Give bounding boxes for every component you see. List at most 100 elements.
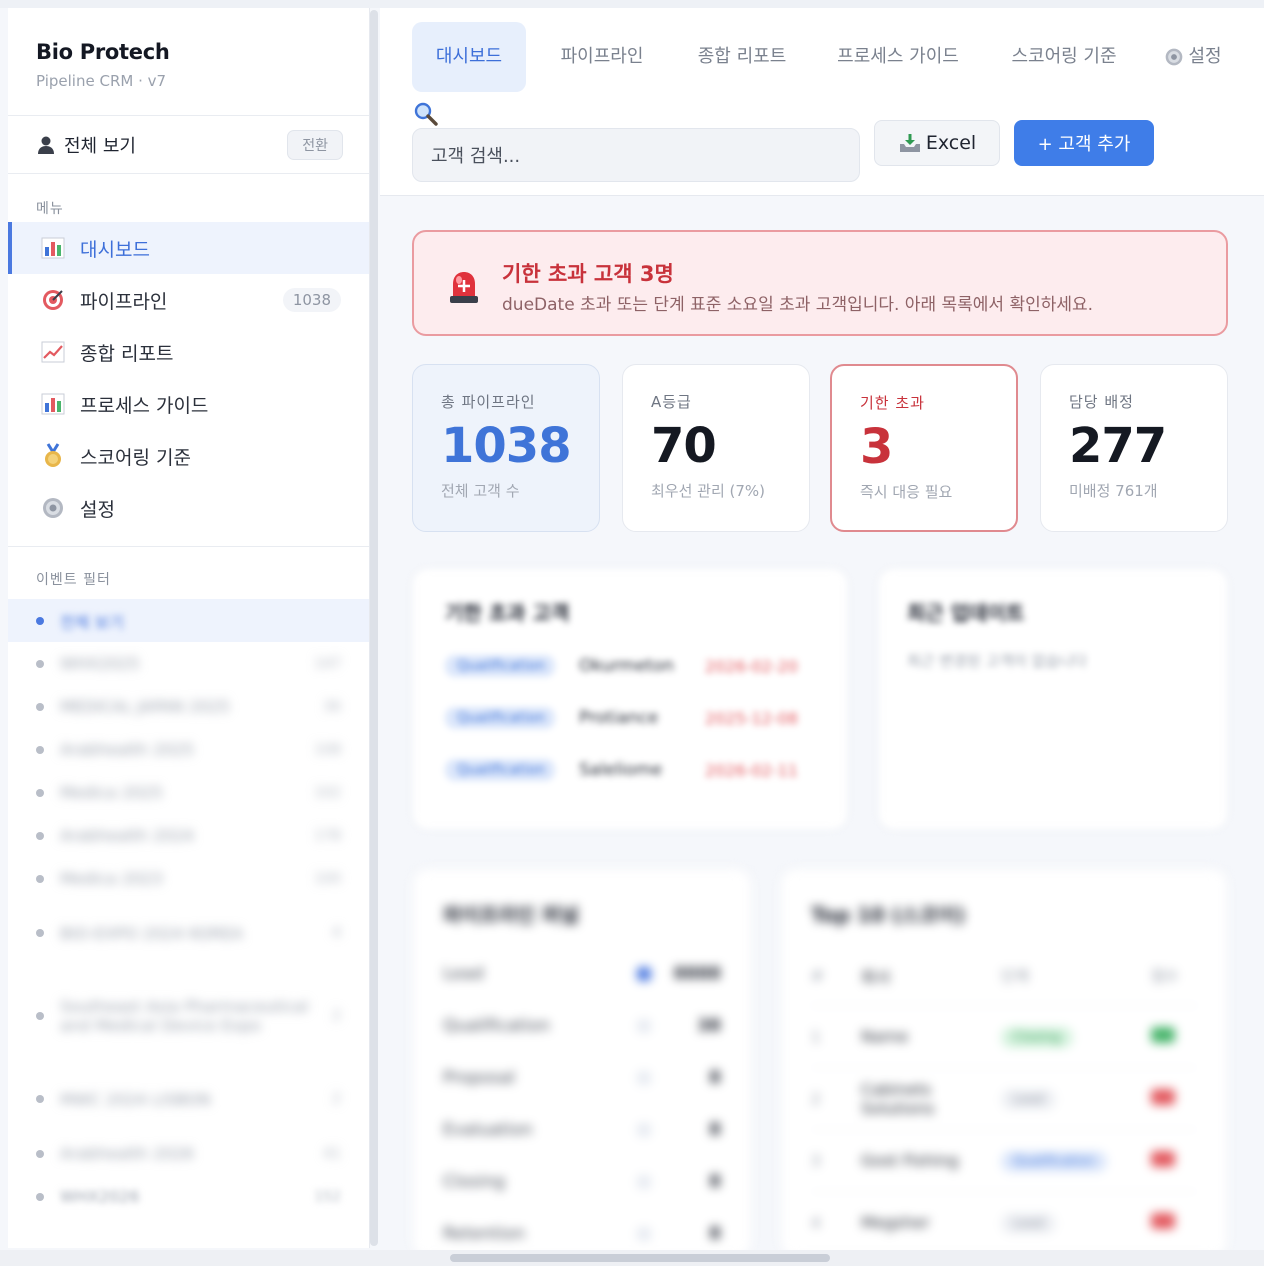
- table-row[interactable]: 3 Gost Fishing Qualification: [811, 1130, 1197, 1192]
- kpi-overdue[interactable]: 기한 초과 3 즉시 대응 필요: [830, 364, 1018, 532]
- event-filter-item[interactable]: Medica 2025 102: [8, 771, 369, 814]
- kpi-value: 3: [860, 419, 893, 475]
- sidebar-item-pipeline[interactable]: 파이프라인 1038: [8, 274, 369, 326]
- funnel-count: 38: [697, 1016, 721, 1036]
- add-customer-button[interactable]: + 고객 추가: [1014, 120, 1154, 166]
- tab-pipeline[interactable]: 파이프라인: [538, 22, 666, 92]
- customer-name: Okurmeton: [579, 656, 675, 676]
- sidebar-item-report[interactable]: 종합 리포트: [8, 326, 369, 378]
- sidebar-item-scoring[interactable]: 스코어링 기준: [8, 430, 369, 482]
- event-label: Arabhealth 2024: [60, 826, 194, 845]
- kpi-label: 담당 배정: [1069, 393, 1134, 411]
- funnel-count: 8: [709, 1068, 721, 1088]
- brand: Bio Protech Pipeline CRM · v7: [8, 8, 369, 116]
- kpi-total-pipeline[interactable]: 총 파이프라인 1038 전체 고객 수: [412, 364, 600, 532]
- list-item[interactable]: Closing 8: [443, 1156, 721, 1208]
- excel-export-button[interactable]: Excel: [874, 120, 1000, 166]
- event-filter-item[interactable]: WHX2025 147: [8, 642, 369, 685]
- card-title: Top 10 (스코어): [811, 903, 966, 927]
- user-icon: [36, 135, 56, 155]
- table-header: # 회사 단계 점수: [811, 946, 1197, 1006]
- view-all-row[interactable]: 전체 보기 전환: [8, 116, 369, 174]
- header-cell: 점수: [1151, 967, 1179, 985]
- event-filter-item[interactable]: WHX2026 152: [8, 1175, 369, 1218]
- due-date: 2026-02-20: [705, 656, 798, 676]
- tab-settings[interactable]: 설정: [1150, 22, 1236, 92]
- kpi-subtext: 최우선 관리 (7%): [651, 482, 766, 500]
- event-filter-item[interactable]: Arabhealth 2026 41: [8, 1132, 369, 1175]
- pipeline-funnel-card: 파이프라인 퍼널 Lead 8888 Qualification 38 Prop…: [412, 868, 752, 1258]
- event-filter-item[interactable]: Arabhealth 2024 178: [8, 814, 369, 857]
- tab-report[interactable]: 종합 리포트: [678, 22, 806, 92]
- company-cell: Cabinets Solutions: [861, 1079, 935, 1118]
- alert-description: dueDate 초과 또는 단계 표준 소요일 초과 고객입니다. 아래 목록에…: [502, 295, 1094, 315]
- sidebar-item-dashboard[interactable]: 대시보드: [8, 222, 369, 274]
- tab-dashboard[interactable]: 대시보드: [412, 22, 526, 92]
- tab-bar: 대시보드 파이프라인 종합 리포트 프로세스 가이드 스코어링 기준 설정: [412, 22, 1248, 92]
- gear-icon: [40, 495, 66, 521]
- kpi-grade-a[interactable]: A등급 70 최우선 관리 (7%): [622, 364, 810, 532]
- company-cell: Gost Fishing: [861, 1151, 959, 1170]
- inbox-tray-icon: [898, 133, 922, 153]
- funnel-stage: Retention: [443, 1224, 525, 1244]
- main-content: 대시보드 파이프라인 종합 리포트 프로세스 가이드 스코어링 기준 설정 고객…: [380, 8, 1264, 1258]
- list-item[interactable]: Qualification Protiance 2025-12-08: [445, 706, 815, 730]
- event-label: Southeast Asia Pharmaceutical and Medica…: [60, 997, 309, 1035]
- search-input[interactable]: 고객 검색...: [412, 128, 860, 182]
- card-subtitle: 최근 변경된 고객이 없습니다: [907, 652, 1087, 670]
- card-title: 기한 초과 고객: [445, 601, 570, 625]
- table-row[interactable]: 1 Name Closing: [811, 1006, 1197, 1068]
- search-icon: [414, 102, 438, 126]
- kpi-subtext: 전체 고객 수: [441, 482, 520, 500]
- sidebar-item-label: 스코어링 기준: [80, 446, 191, 469]
- header-cell: #: [811, 966, 824, 985]
- line-chart-icon: [40, 339, 66, 365]
- tab-process-guide[interactable]: 프로세스 가이드: [818, 22, 978, 92]
- card-title: 파이프라인 퍼널: [443, 903, 579, 927]
- event-count: 2: [332, 1008, 341, 1024]
- horizontal-scrollbar-thumb[interactable]: [450, 1254, 830, 1262]
- kpi-assigned[interactable]: 담당 배정 277 미배정 761개: [1040, 364, 1228, 532]
- event-filter-item[interactable]: 전체 보기: [8, 599, 369, 642]
- funnel-stage: Qualification: [443, 1016, 551, 1036]
- kpi-value: 1038: [441, 418, 572, 474]
- score-badge: [1151, 1212, 1175, 1229]
- sidebar-item-settings[interactable]: 설정: [8, 482, 369, 534]
- event-filter-item[interactable]: BIO-EXPO 2024 KOREA 4: [8, 900, 369, 966]
- event-filter-item[interactable]: Arabhealth 2025 108: [8, 728, 369, 771]
- list-item[interactable]: Qualification Saleliome 2026-02-11: [445, 758, 815, 782]
- list-item[interactable]: Qualification 38: [443, 1000, 721, 1052]
- overdue-customers-card: 기한 초과 고객 Qualification Okurmeton 2026-02…: [412, 568, 848, 830]
- score-badge: [1151, 1150, 1175, 1167]
- list-item[interactable]: Proposal 8: [443, 1052, 721, 1104]
- kpi-value: 70: [651, 418, 717, 474]
- switch-button[interactable]: 전환: [287, 129, 343, 160]
- sidebar-item-process-guide[interactable]: 프로세스 가이드: [8, 378, 369, 430]
- kpi-subtext: 즉시 대응 필요: [860, 483, 953, 501]
- list-item[interactable]: Qualification Okurmeton 2026-02-20: [445, 654, 815, 678]
- sidebar-scrollbar[interactable]: [370, 10, 378, 1246]
- sidebar: Bio Protech Pipeline CRM · v7 전체 보기 전환 메…: [8, 8, 370, 1248]
- event-filter-item[interactable]: Medica 2023 100: [8, 857, 369, 900]
- list-item[interactable]: Evaluation 8: [443, 1104, 721, 1156]
- event-dot: [36, 831, 44, 840]
- stage-pill: Lead: [1001, 1088, 1057, 1110]
- event-filter-item[interactable]: Southeast Asia Pharmaceutical and Medica…: [8, 966, 369, 1066]
- table-row[interactable]: 2 Cabinets Solutions Lead: [811, 1068, 1197, 1130]
- funnel-indicator: [637, 1227, 651, 1241]
- event-label: MWC 2024 LISBON: [60, 1089, 211, 1109]
- table-row[interactable]: 4 Megsher Lead: [811, 1192, 1197, 1254]
- event-dot: [36, 1012, 44, 1020]
- event-count: 4: [332, 925, 341, 941]
- event-filter-item[interactable]: MEDICAL JAPAN 2025 36: [8, 685, 369, 728]
- tab-scoring[interactable]: 스코어링 기준: [990, 22, 1138, 92]
- kpi-label: A등급: [651, 393, 692, 411]
- list-item[interactable]: Lead 8888: [443, 948, 721, 1000]
- kpi-subtext: 미배정 761개: [1069, 482, 1158, 500]
- event-filter-item[interactable]: MWC 2024 LISBON 2: [8, 1066, 369, 1132]
- top-band: [0, 0, 1264, 8]
- event-label: Medica 2025: [60, 783, 163, 802]
- funnel-stage: Lead: [443, 964, 484, 984]
- score-badge: [1151, 1088, 1175, 1105]
- app-root: Bio Protech Pipeline CRM · v7 전체 보기 전환 메…: [0, 0, 1264, 1266]
